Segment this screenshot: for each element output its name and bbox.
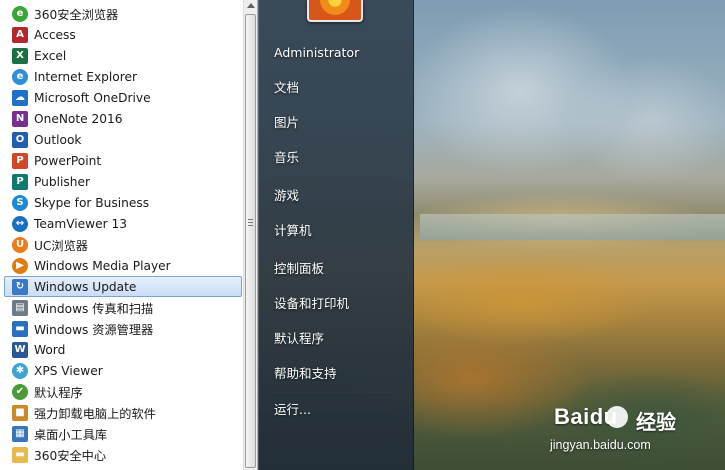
media-player-icon: ▶ — [12, 257, 28, 274]
watermark-url: jingyan.baidu.com — [550, 438, 651, 452]
program-item[interactable]: X Excel — [4, 45, 242, 66]
teamviewer-icon: ↔ — [12, 215, 28, 232]
program-item-label: Skype for Business — [34, 195, 150, 210]
program-item-label: Internet Explorer — [34, 69, 138, 84]
start-menu-program-panel: e 360安全浏览器 A Access X Excel e Internet Explorer… — [0, 0, 258, 470]
program-item-label: UC浏览器 — [34, 238, 88, 253]
program-item[interactable]: A Access — [4, 24, 242, 45]
publisher-icon: P — [12, 173, 28, 190]
default-programs-icon: ✔ — [12, 383, 28, 400]
all-programs-list: e 360安全浏览器 A Access X Excel e Internet Explorer… — [4, 3, 244, 465]
program-item[interactable]: U UC浏览器 — [4, 234, 242, 255]
program-item-label: Windows 传真和扫描 — [34, 301, 154, 316]
right-item-computer[interactable]: 计算机 — [264, 217, 402, 245]
program-item-label: Windows Update — [34, 279, 137, 294]
program-item[interactable]: P Publisher — [4, 171, 242, 192]
gadgets-icon: ▦ — [12, 425, 28, 442]
program-item-label: Outlook — [34, 132, 82, 147]
program-item[interactable]: S Skype for Business — [4, 192, 242, 213]
browser-360-icon: e — [12, 5, 28, 22]
fax-scan-icon: ▤ — [12, 299, 28, 316]
program-item[interactable]: ✱ XPS Viewer — [4, 360, 242, 381]
program-item[interactable]: W Word — [4, 339, 242, 360]
right-item-pictures[interactable]: 图片 — [264, 109, 402, 137]
right-panel-separator — [272, 392, 394, 393]
program-item[interactable]: ▶ Windows Media Player — [4, 255, 242, 276]
right-item-music[interactable]: 音乐 — [264, 144, 402, 172]
program-item[interactable]: e 360安全浏览器 — [4, 3, 242, 24]
program-item-label: 强力卸载电脑上的软件 — [34, 406, 156, 421]
internet-explorer-icon: e — [12, 68, 28, 85]
program-item-label: Excel — [34, 48, 67, 63]
program-item[interactable]: ▬ Windows 资源管理器 — [4, 318, 242, 339]
program-item[interactable]: P PowerPoint — [4, 150, 242, 171]
right-item-help-support[interactable]: 帮助和支持 — [264, 360, 402, 388]
right-panel-separator — [272, 251, 394, 252]
right-panel-separator — [272, 178, 394, 179]
uninstall-tool-icon: ■ — [12, 404, 28, 421]
program-item-label: Word — [34, 342, 66, 357]
program-item[interactable]: ↻ Windows Update — [4, 276, 242, 297]
onedrive-icon: ☁ — [12, 89, 28, 106]
program-item[interactable]: ▬ 360安全中心 — [4, 444, 242, 465]
program-item[interactable]: O Outlook — [4, 129, 242, 150]
right-item-documents[interactable]: 文档 — [264, 74, 402, 102]
program-item-label: Access — [34, 27, 76, 42]
folder-icon: ▬ — [12, 446, 28, 463]
program-item[interactable]: ✔ 默认程序 — [4, 381, 242, 402]
program-item-label: 默认程序 — [34, 385, 83, 400]
program-item-label: Microsoft OneDrive — [34, 90, 151, 105]
program-item-label: 360安全浏览器 — [34, 7, 119, 22]
powerpoint-icon: P — [12, 152, 28, 169]
program-item[interactable]: N OneNote 2016 — [4, 108, 242, 129]
user-picture-avatar[interactable] — [307, 0, 363, 22]
excel-icon: X — [12, 47, 28, 64]
program-item[interactable]: ↔ TeamViewer 13 — [4, 213, 242, 234]
right-item-user[interactable]: Administrator — [264, 39, 402, 67]
program-item-label: 360安全中心 — [34, 448, 107, 463]
scroll-thumb[interactable] — [245, 14, 256, 468]
program-item-label: PowerPoint — [34, 153, 102, 168]
access-icon: A — [12, 26, 28, 43]
program-item[interactable]: ■ 强力卸载电脑上的软件 — [4, 402, 242, 423]
program-item-label: TeamViewer 13 — [34, 216, 128, 231]
uc-browser-icon: U — [12, 236, 28, 253]
program-item-label: Windows 资源管理器 — [34, 322, 154, 337]
program-item[interactable]: ☁ Microsoft OneDrive — [4, 87, 242, 108]
right-item-devices-printers[interactable]: 设备和打印机 — [264, 290, 402, 318]
program-item-label: XPS Viewer — [34, 363, 103, 378]
right-item-control-panel[interactable]: 控制面板 — [264, 255, 402, 283]
right-item-default-programs[interactable]: 默认程序 — [264, 325, 402, 353]
program-list-scrollbar[interactable] — [243, 0, 257, 470]
program-item-label: 桌面小工具库 — [34, 427, 108, 442]
explorer-folder-icon: ▬ — [12, 320, 28, 337]
outlook-icon: O — [12, 131, 28, 148]
right-item-games[interactable]: 游戏 — [264, 182, 402, 210]
scroll-grip-icon — [248, 219, 253, 228]
skype-icon: S — [12, 194, 28, 211]
scroll-up-arrow-icon[interactable] — [247, 3, 255, 8]
jingyan-logo-text: 经验 — [636, 410, 676, 434]
program-item[interactable]: e Internet Explorer — [4, 66, 242, 87]
baidu-paw-icon — [606, 406, 628, 428]
right-item-run[interactable]: 运行... — [264, 396, 402, 424]
program-item-label: OneNote 2016 — [34, 111, 123, 126]
windows-update-icon: ↻ — [12, 278, 28, 295]
program-item-label: Publisher — [34, 174, 90, 189]
program-item[interactable]: ▦ 桌面小工具库 — [4, 423, 242, 444]
wallpaper-lake — [420, 214, 725, 240]
program-item[interactable]: ▤ Windows 传真和扫描 — [4, 297, 242, 318]
program-item-label: Windows Media Player — [34, 258, 171, 273]
onenote-icon: N — [12, 110, 28, 127]
baidu-jingyan-watermark: Baidu 经验 jingyan.baidu.com — [548, 404, 718, 464]
word-icon: W — [12, 341, 28, 358]
xps-viewer-icon: ✱ — [12, 362, 28, 379]
